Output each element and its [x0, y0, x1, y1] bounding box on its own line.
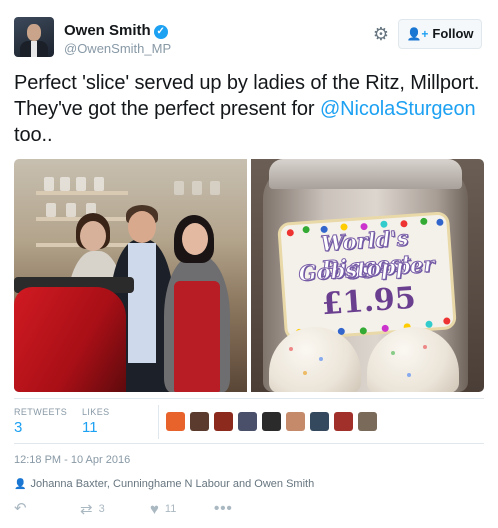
author-name-row[interactable]: Owen Smith ✓ [64, 22, 168, 39]
author-name[interactable]: Owen Smith [64, 22, 151, 39]
liker-avatar[interactable] [262, 412, 281, 431]
more-icon[interactable]: ••• [214, 500, 233, 518]
follow-button[interactable]: 👤+ Follow [398, 19, 482, 49]
follow-label: Follow [432, 26, 474, 41]
liker-avatar[interactable] [286, 412, 305, 431]
liker-avatar[interactable] [310, 412, 329, 431]
tweet-stats: RETWEETS 3 LIKES 11 [14, 398, 484, 444]
retweets-count[interactable]: 3 [14, 419, 22, 436]
likes-count[interactable]: 11 [82, 419, 98, 436]
liker-avatar[interactable] [190, 412, 209, 431]
retweet-count: 3 [98, 503, 105, 515]
add-user-icon: 👤+ [406, 27, 429, 41]
media-grid: World's Biggest Gobstopper £1.95 [14, 159, 484, 392]
verified-icon: ✓ [153, 25, 168, 39]
photo-gobstopper[interactable]: World's Biggest Gobstopper £1.95 [251, 159, 484, 392]
photo-cafe[interactable] [14, 159, 247, 392]
retweet-icon: ⇄ [80, 501, 93, 518]
gobstopper-label: World's Biggest Gobstopper £1.95 [277, 211, 457, 341]
mention-link[interactable]: @NicolaSturgeon [320, 98, 476, 120]
tweet-text-after: too.. [14, 124, 53, 146]
reply-icon[interactable]: ↶ [14, 500, 27, 518]
like-button[interactable]: ♥ 11 [150, 500, 176, 519]
heart-icon: ♥ [150, 501, 159, 518]
likes-label: LIKES [82, 407, 110, 417]
author-handle[interactable]: @OwenSmith_MP [64, 41, 171, 56]
retweet-button[interactable]: ⇄ 3 [80, 500, 105, 519]
retweet-context: 👤 Johanna Baxter, Cunninghame N Labour an… [14, 478, 314, 490]
tweet-text: Perfect 'slice' served up by ladies of t… [14, 70, 484, 148]
person-icon: 👤 [14, 479, 27, 490]
retweets-label: RETWEETS [14, 407, 68, 417]
liker-avatar[interactable] [358, 412, 377, 431]
liker-avatar[interactable] [214, 412, 233, 431]
tweet-actions: ↶ ⇄ 3 ♥ 11 ••• [14, 500, 484, 520]
liker-avatar[interactable] [334, 412, 353, 431]
liker-avatar[interactable] [238, 412, 257, 431]
like-count: 11 [164, 503, 177, 515]
tweet-timestamp[interactable]: 12:18 PM - 10 Apr 2016 [14, 454, 130, 466]
gear-icon[interactable]: ⚙ [372, 25, 390, 43]
label-price: £1.95 [320, 280, 417, 323]
liker-avatar[interactable] [166, 412, 185, 431]
tweet-header: Owen Smith ✓ @OwenSmith_MP ⚙ 👤+ Follow [14, 17, 484, 61]
context-text: Johanna Baxter, Cunninghame N Labour and… [30, 478, 315, 490]
avatar[interactable] [14, 17, 54, 57]
